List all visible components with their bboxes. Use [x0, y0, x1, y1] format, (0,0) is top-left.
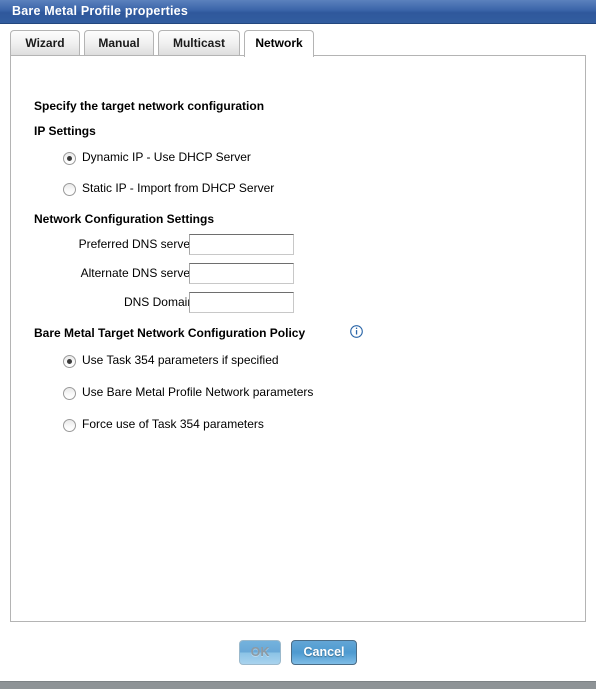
window-titlebar: Bare Metal Profile properties — [0, 0, 596, 24]
tab-manual[interactable]: Manual — [84, 30, 154, 56]
policy-heading: Bare Metal Target Network Configuration … — [34, 326, 306, 340]
cancel-button[interactable]: Cancel — [291, 640, 357, 665]
tab-wizard[interactable]: Wizard — [10, 30, 80, 56]
dns-domain-label: DNS Domain — [123, 295, 194, 309]
window-title: Bare Metal Profile properties — [12, 4, 188, 18]
network-config-settings-heading: Network Configuration Settings — [34, 212, 214, 226]
radio-force-use-task-params-indicator[interactable] — [63, 419, 76, 432]
radio-dynamic-ip-indicator[interactable] — [63, 152, 76, 165]
cancel-button-label: Cancel — [303, 645, 345, 659]
radio-static-ip-label: Static IP - Import from DHCP Server — [82, 181, 275, 195]
dns-domain-input[interactable] — [189, 292, 294, 313]
field-row-dns-domain: DNS Domain — [33, 292, 316, 314]
tab-strip: Wizard Manual Multicast Network — [0, 25, 596, 57]
preferred-dns-input[interactable] — [189, 234, 294, 255]
radio-dynamic-ip-label: Dynamic IP - Use DHCP Server — [82, 150, 251, 164]
radio-force-use-task-params-label: Force use of Task 354 parameters — [82, 417, 264, 431]
ok-button[interactable]: OK — [239, 640, 281, 665]
network-settings-panel: Specify the target network configuration… — [10, 55, 586, 622]
instruction-text: Specify the target network configuration — [34, 99, 265, 113]
info-icon[interactable] — [350, 325, 363, 338]
preferred-dns-label: Preferred DNS server — [78, 237, 194, 251]
ok-button-label: OK — [250, 645, 270, 659]
radio-static-ip-indicator[interactable] — [63, 183, 76, 196]
tab-wizard-label: Wizard — [25, 36, 65, 50]
ip-settings-heading: IP Settings — [34, 124, 96, 138]
tab-multicast[interactable]: Multicast — [158, 30, 240, 56]
dialog-button-bar: OK Cancel — [0, 640, 596, 674]
radio-use-task-params-if-specified-indicator[interactable] — [63, 355, 76, 368]
tab-network-label: Network — [255, 36, 303, 50]
window-bottom-strip — [0, 681, 596, 689]
tab-multicast-label: Multicast — [172, 36, 225, 50]
radio-use-profile-network-params-label: Use Bare Metal Profile Network parameter… — [82, 385, 314, 399]
tab-manual-label: Manual — [98, 36, 140, 50]
field-row-preferred-dns: Preferred DNS server — [33, 234, 316, 256]
radio-use-profile-network-params-indicator[interactable] — [63, 387, 76, 400]
alternate-dns-input[interactable] — [189, 263, 294, 284]
alternate-dns-label: Alternate DNS server — [80, 266, 194, 280]
radio-use-task-params-if-specified-label: Use Task 354 parameters if specified — [82, 353, 279, 367]
field-row-alternate-dns: Alternate DNS server — [33, 263, 316, 285]
tab-network[interactable]: Network — [244, 30, 314, 57]
